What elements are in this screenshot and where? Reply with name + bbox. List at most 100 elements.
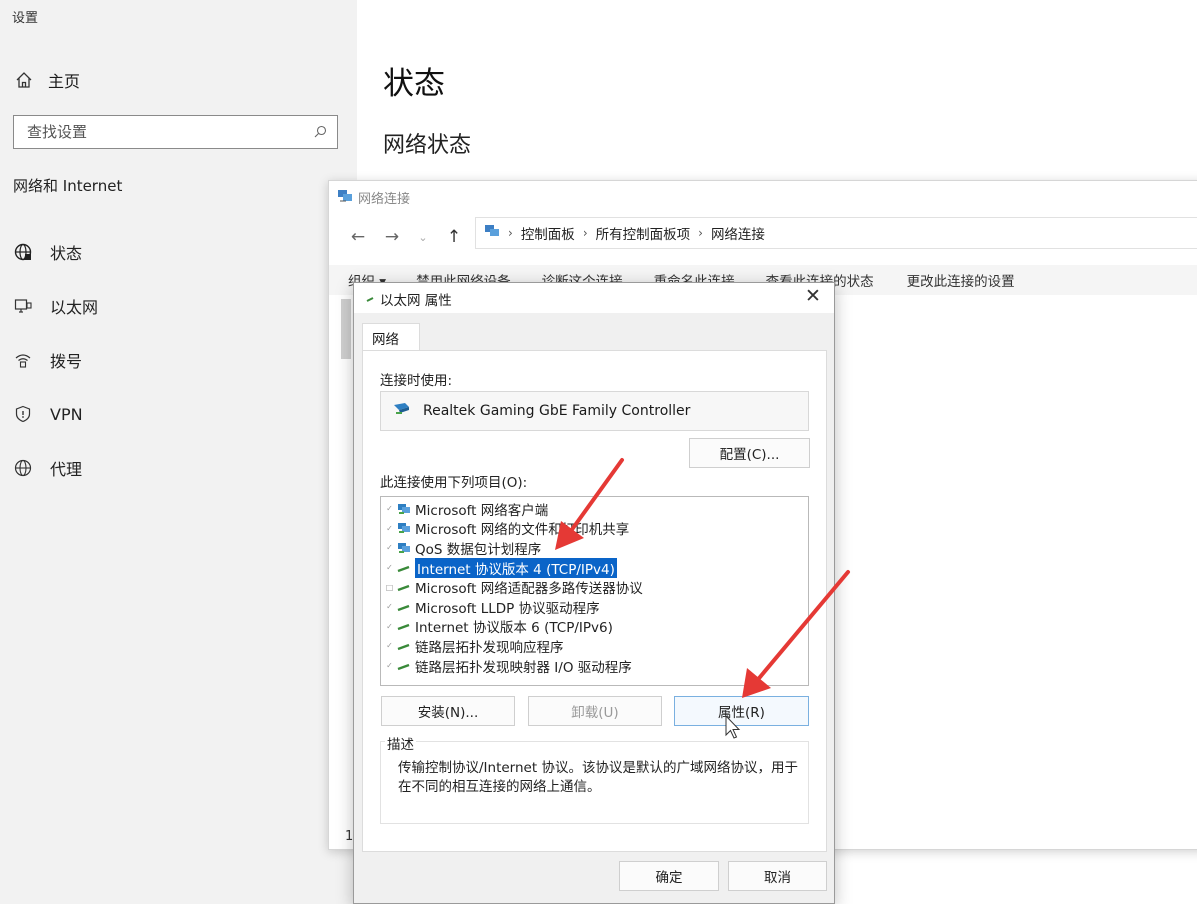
- control-panel-icon: [484, 224, 500, 242]
- list-item[interactable]: ✓ 链路层拓扑发现映射器 I/O 驱动程序: [381, 656, 808, 676]
- list-item-label: Internet 协议版本 4 (TCP/IPv4): [415, 557, 617, 578]
- chevron-right-icon: ›: [698, 226, 703, 240]
- chevron-right-icon: ›: [582, 226, 588, 240]
- settings-window-title: 设置: [12, 11, 39, 26]
- nav-item-ethernet[interactable]: 以太网: [13, 292, 98, 320]
- network-client-icon: [397, 522, 411, 535]
- protocol-icon: [397, 620, 411, 633]
- recent-dropdown-icon[interactable]: ⌄: [409, 231, 437, 244]
- nav-item-dialup[interactable]: 拨号: [13, 346, 82, 374]
- globe-icon: [13, 458, 33, 478]
- description-legend: 描述: [385, 733, 416, 753]
- page-title: 状态: [383, 66, 445, 102]
- install-button[interactable]: 安装(N)...: [381, 696, 515, 726]
- nav-home[interactable]: 主页: [14, 66, 80, 94]
- ok-button[interactable]: 确定: [619, 861, 719, 891]
- checkbox-checked-icon[interactable]: ✓: [385, 524, 394, 533]
- explorer-title: 网络连接: [358, 192, 411, 207]
- nav-item-dialup-label: 拨号: [50, 352, 83, 371]
- network-adapter-icon: [393, 402, 411, 420]
- checkbox-checked-icon[interactable]: ✓: [385, 602, 394, 611]
- section-label: 网络和 Internet: [13, 177, 123, 195]
- checkbox-checked-icon[interactable]: ✓: [385, 563, 394, 572]
- items-label: 此连接使用下列项目(O):: [380, 475, 528, 491]
- cmd-change-settings[interactable]: 更改此连接的设置: [907, 270, 1015, 290]
- protocol-icon: [397, 581, 411, 594]
- checkbox-checked-icon[interactable]: ✓: [385, 661, 394, 670]
- network-folder-icon: [337, 189, 353, 207]
- dialog-footer: 确定 取消: [354, 853, 834, 903]
- globe-status-icon: [13, 242, 33, 262]
- network-tab-panel: 连接时使用: Realtek Gaming GbE Family Control…: [362, 350, 827, 852]
- up-arrow-icon[interactable]: ↑: [437, 227, 471, 247]
- settings-search[interactable]: [13, 115, 338, 149]
- nav-home-label: 主页: [48, 72, 81, 91]
- protocol-icon: [397, 561, 411, 574]
- ethernet-properties-dialog: 以太网 属性 ✕ 网络 连接时使用: Realtek Gaming GbE Fa…: [353, 282, 835, 904]
- checkbox-checked-icon[interactable]: ✓: [385, 641, 394, 650]
- network-client-icon: [397, 541, 411, 554]
- network-status-heading: 网络状态: [383, 133, 472, 158]
- checkbox-checked-icon[interactable]: ✓: [385, 504, 394, 513]
- home-icon: [14, 70, 34, 90]
- nav-item-vpn-label: VPN: [50, 404, 83, 424]
- checkbox-unchecked-icon[interactable]: □: [385, 583, 394, 592]
- list-item-label: Microsoft 网络客户端: [415, 502, 549, 519]
- cancel-button[interactable]: 取消: [728, 861, 827, 891]
- connection-item-stub[interactable]: [341, 299, 351, 359]
- vpn-icon: [13, 404, 33, 424]
- description-group: 描述 传输控制协议/Internet 协议。该协议是默认的广域网络协议，用于在不…: [380, 733, 809, 824]
- address-bar[interactable]: › 控制面板 › 所有控制面板项 › 网络连接: [475, 217, 1197, 249]
- list-item[interactable]: ✓ QoS 数据包计划程序: [381, 538, 808, 558]
- components-list[interactable]: ✓ Microsoft 网络客户端 ✓ Microsoft 网络的文件和打印机共…: [380, 496, 809, 686]
- checkbox-checked-icon[interactable]: ✓: [385, 543, 394, 552]
- chevron-right-icon: ›: [508, 226, 513, 240]
- list-item[interactable]: ✓ Internet 协议版本 6 (TCP/IPv6): [381, 617, 808, 637]
- protocol-icon: [397, 600, 411, 613]
- search-icon[interactable]: [314, 123, 327, 142]
- list-item-label: 链路层拓扑发现映射器 I/O 驱动程序: [415, 659, 632, 676]
- dialup-icon: [13, 350, 33, 370]
- breadcrumb-all-items[interactable]: 所有控制面板项: [596, 223, 691, 243]
- close-icon[interactable]: ✕: [802, 285, 824, 307]
- list-item-label: QoS 数据包计划程序: [415, 541, 542, 558]
- list-item-label: Microsoft 网络适配器多路传送器协议: [415, 581, 643, 598]
- list-item-label: Internet 协议版本 6 (TCP/IPv6): [415, 620, 613, 637]
- settings-search-input[interactable]: [27, 123, 287, 141]
- configure-button[interactable]: 配置(C)...: [689, 438, 810, 468]
- dialog-titlebar: 以太网 属性 ✕: [354, 283, 834, 313]
- back-arrow-icon[interactable]: ←: [341, 227, 375, 247]
- protocol-icon: [397, 659, 411, 672]
- nav-item-ethernet-label: 以太网: [50, 298, 99, 317]
- settings-sidebar: 设置 主页 网络和 Internet 状态 以太网 拨号 VP: [0, 0, 357, 904]
- breadcrumb-network-connections[interactable]: 网络连接: [711, 223, 765, 243]
- nav-item-status-label: 状态: [50, 244, 83, 263]
- nav-item-proxy-label: 代理: [50, 460, 83, 479]
- protocol-icon: [397, 639, 411, 652]
- list-item-label: Microsoft LLDP 协议驱动程序: [415, 600, 600, 617]
- nav-item-status[interactable]: 状态: [13, 238, 82, 266]
- uninstall-button[interactable]: 卸载(U): [528, 696, 662, 726]
- list-item-selected[interactable]: ✓ Internet 协议版本 4 (TCP/IPv4): [381, 557, 808, 578]
- list-item[interactable]: ✓ Microsoft 网络的文件和打印机共享: [381, 519, 808, 539]
- list-item[interactable]: □ Microsoft 网络适配器多路传送器协议: [381, 577, 808, 597]
- nav-item-proxy[interactable]: 代理: [13, 454, 82, 482]
- properties-button[interactable]: 属性(R): [674, 696, 809, 726]
- breadcrumb-control-panel[interactable]: 控制面板: [521, 223, 575, 243]
- dialog-title: 以太网 属性: [380, 293, 452, 309]
- ethernet-icon: [13, 296, 33, 316]
- forward-arrow-icon[interactable]: →: [375, 227, 409, 247]
- list-item-label: Microsoft 网络的文件和打印机共享: [415, 522, 630, 539]
- explorer-nav: ← → ⌄ ↑: [341, 219, 471, 255]
- list-item[interactable]: ✓ Microsoft LLDP 协议驱动程序: [381, 597, 808, 617]
- checkbox-checked-icon[interactable]: ✓: [385, 622, 394, 631]
- network-client-icon: [397, 502, 411, 515]
- list-item[interactable]: ✓ 链路层拓扑发现响应程序: [381, 636, 808, 656]
- description-text: 传输控制协议/Internet 协议。该协议是默认的广域网络协议，用于在不同的相…: [398, 760, 798, 795]
- adapter-name: Realtek Gaming GbE Family Controller: [423, 403, 691, 419]
- list-item[interactable]: ✓ Microsoft 网络客户端: [381, 499, 808, 519]
- explorer-titlebar: 网络连接: [337, 188, 410, 207]
- tab-network[interactable]: 网络: [362, 323, 420, 351]
- connect-using-label: 连接时使用:: [380, 373, 453, 389]
- nav-item-vpn[interactable]: VPN: [13, 400, 83, 428]
